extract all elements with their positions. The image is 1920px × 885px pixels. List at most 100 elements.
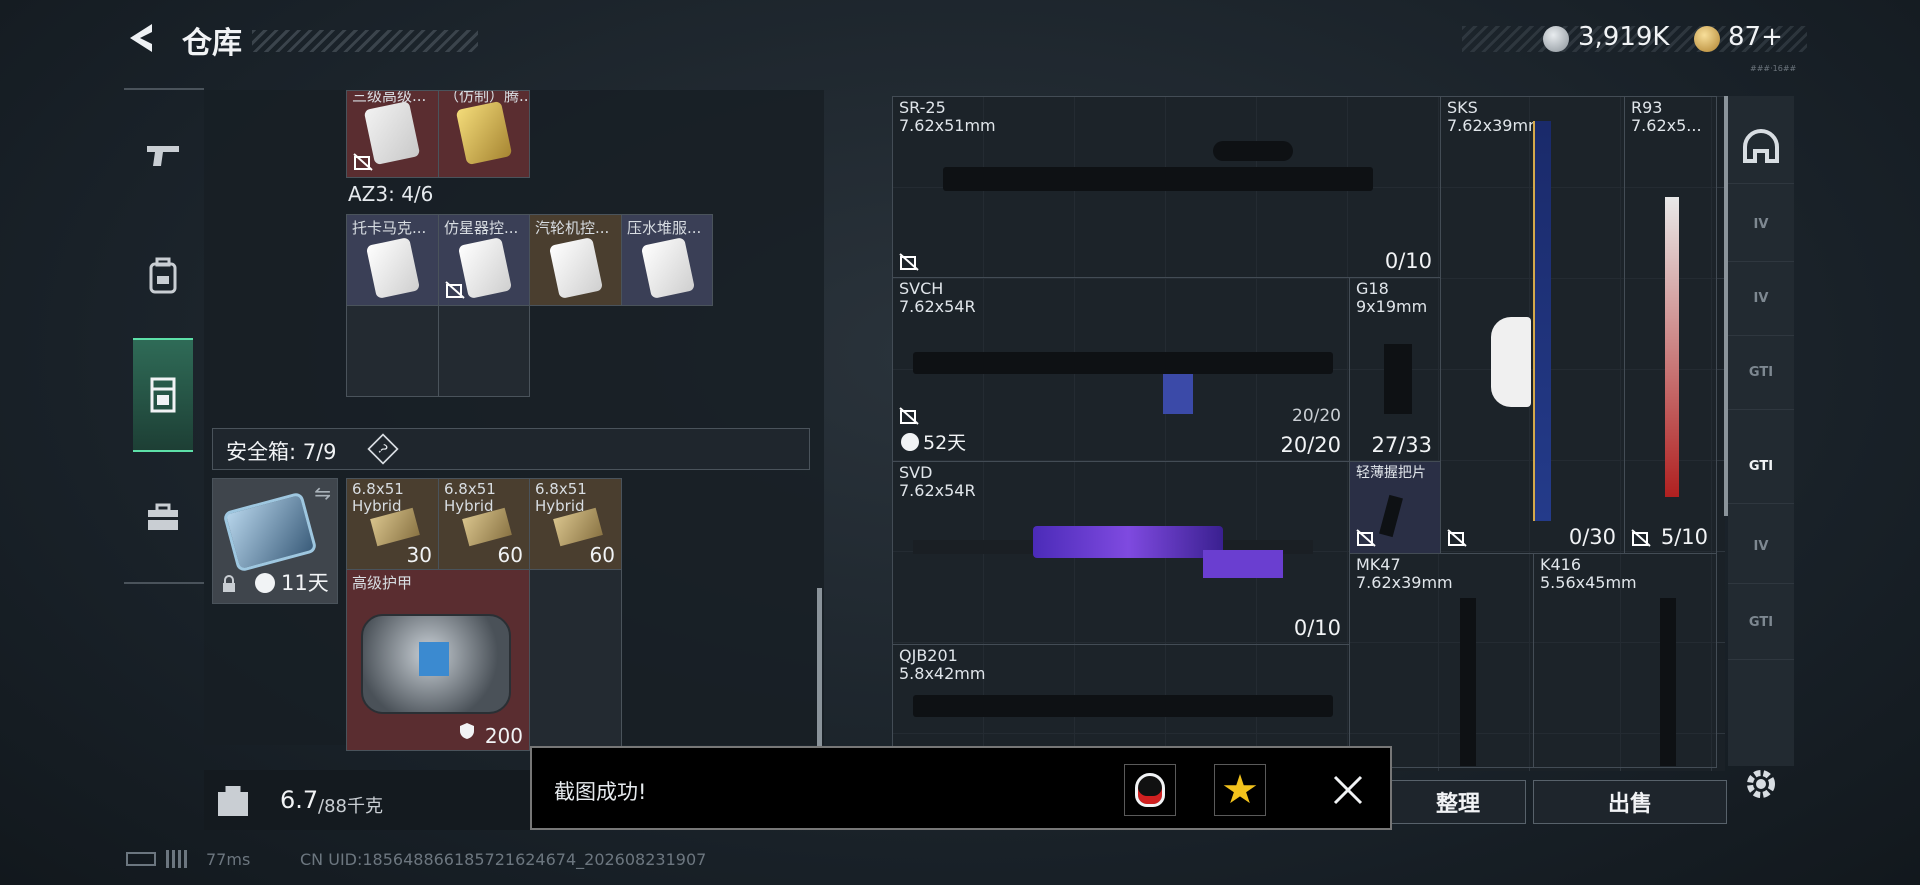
category-gti-a[interactable]: GTI — [1728, 336, 1794, 410]
no-trade-icon — [899, 407, 919, 425]
qq-share-button[interactable] — [1124, 764, 1176, 816]
ammo-cell[interactable]: 6.8x51 Hybrid 30 — [346, 478, 439, 570]
armor-durability: 200 — [484, 724, 523, 748]
build-tag: ###·16## — [1750, 64, 1797, 73]
pistol-icon — [147, 146, 179, 166]
weapon-image — [1203, 550, 1283, 578]
empty-slot[interactable] — [438, 305, 530, 397]
weapon-image — [913, 352, 1333, 374]
empty-slot[interactable] — [529, 569, 622, 751]
weapon-cell[interactable]: SVD 7.62x54R 0/10 — [892, 461, 1350, 645]
category-gti-b[interactable]: GTI — [1728, 586, 1794, 660]
item-image — [455, 100, 513, 166]
weapon-image — [1384, 344, 1412, 414]
vest-icon — [150, 377, 176, 413]
clock-icon — [901, 433, 919, 451]
armor-badge — [419, 642, 449, 676]
item-cell[interactable]: 托卡马克... — [346, 214, 439, 306]
weapon-image — [1033, 526, 1223, 558]
no-trade-icon — [1356, 529, 1376, 547]
weapon-cell[interactable]: MK47 7.62x39mm — [1349, 553, 1534, 768]
weapon-cell[interactable]: SR-25 7.62x51mm 0/10 — [892, 96, 1441, 278]
safebox-label: 安全箱: 7/9 — [226, 440, 337, 464]
weight-value: 6.7 — [280, 786, 319, 814]
ping: 77ms — [206, 850, 251, 869]
no-trade-icon — [899, 253, 919, 271]
armor-cell[interactable]: 高级护甲 200 — [346, 569, 530, 751]
weapon-cell[interactable]: 轻薄握把片 — [1349, 461, 1441, 554]
container-scrollbar[interactable] — [817, 588, 822, 748]
back-arrow-icon[interactable] — [124, 20, 160, 56]
sell-button[interactable]: 出售 — [1533, 780, 1727, 824]
az3-label: AZ3: 4/6 — [348, 182, 434, 206]
settings-gear-icon[interactable] — [1743, 766, 1779, 802]
toast-message: 截图成功! — [554, 780, 647, 804]
gold-value[interactable]: 87+ — [1728, 22, 1783, 52]
item-image — [457, 237, 513, 299]
category-iv-3[interactable]: IV — [1728, 510, 1794, 584]
no-trade-icon — [1631, 529, 1651, 547]
close-icon[interactable] — [1332, 774, 1364, 806]
item-cell[interactable]: 压水堆服... — [621, 214, 713, 306]
nav-weapons[interactable] — [133, 116, 193, 196]
gold-coin-icon — [1694, 26, 1720, 52]
category-helmet[interactable] — [1728, 110, 1794, 184]
no-trade-icon — [445, 281, 465, 299]
helmet-icon — [1743, 128, 1779, 163]
case-image — [222, 491, 318, 573]
ammo-cell[interactable]: 6.8x51 Hybrid 60 — [438, 478, 530, 570]
qzone-share-button[interactable] — [1214, 764, 1266, 816]
lock-icon — [223, 575, 235, 592]
category-armor-iv[interactable]: IV — [1728, 188, 1794, 262]
weapon-magazine — [1491, 317, 1531, 407]
weapon-cell[interactable]: SVCH 7.62x54R 20/20 52天 20/20 — [892, 277, 1350, 462]
weapon-timer: 52天 — [923, 432, 967, 454]
category-gti-active[interactable]: GTI — [1728, 430, 1794, 504]
silver-value: 3,919K — [1578, 22, 1670, 52]
item-image — [548, 237, 604, 299]
backpack-icon — [149, 257, 177, 294]
title-decoration — [252, 30, 478, 52]
toolbox-icon — [148, 503, 178, 530]
weapon-cell[interactable]: SKS 7.62x39mm 0/30 — [1440, 96, 1625, 554]
weapon-image — [1660, 598, 1676, 766]
nav-toolbox[interactable] — [133, 478, 193, 558]
safebox-case[interactable]: ⇋ 11天 — [212, 478, 338, 604]
weapon-cell[interactable]: K416 5.56x45mm — [1533, 553, 1717, 768]
nav-storage[interactable] — [133, 338, 193, 452]
no-trade-icon — [353, 153, 373, 171]
clock-icon — [255, 573, 275, 593]
empty-slot[interactable] — [346, 305, 439, 397]
weapon-cell[interactable]: G18 9x19mm 27/33 — [1349, 277, 1441, 462]
uid-text: CN UID:18564886618572162467​4_2026082319… — [300, 850, 707, 869]
item-cell[interactable]: 仿星器控... — [438, 214, 530, 306]
swap-icon[interactable]: ⇋ — [314, 481, 331, 505]
item-cell[interactable]: 三级高级... — [346, 90, 439, 178]
nav-backpack[interactable] — [133, 236, 193, 316]
weapon-image — [1213, 141, 1293, 161]
battery-icon — [126, 852, 156, 866]
category-armor-iv-2[interactable]: IV — [1728, 262, 1794, 336]
ammo-cell[interactable]: 6.8x51 Hybrid 60 — [529, 478, 622, 570]
page-title: 仓库 — [182, 26, 242, 61]
weapon-image — [1533, 121, 1551, 521]
signal-icon — [166, 850, 188, 868]
weapon-accent — [1163, 374, 1193, 414]
weapon-image — [943, 167, 1373, 191]
weapon-image — [1460, 598, 1476, 766]
weapon-image — [913, 695, 1333, 717]
grip-image — [1379, 494, 1403, 538]
item-cell[interactable]: 汽轮机控... — [529, 214, 622, 306]
safebox-timer: 11天 — [281, 571, 329, 595]
weight-max: /88千克 — [318, 796, 383, 817]
qq-icon — [1135, 773, 1165, 807]
weapon-image — [1665, 197, 1679, 497]
sort-button[interactable]: 整理 — [1390, 780, 1526, 824]
item-cell[interactable]: （仿制）腾... — [438, 90, 530, 178]
shield-icon — [460, 723, 474, 739]
item-image — [365, 237, 421, 299]
sub-count: 20/20 — [1292, 406, 1341, 426]
item-image — [640, 237, 696, 299]
weapon-cell[interactable]: R93 7.62x5... 5/10 — [1624, 96, 1717, 554]
no-trade-icon — [1447, 529, 1467, 547]
